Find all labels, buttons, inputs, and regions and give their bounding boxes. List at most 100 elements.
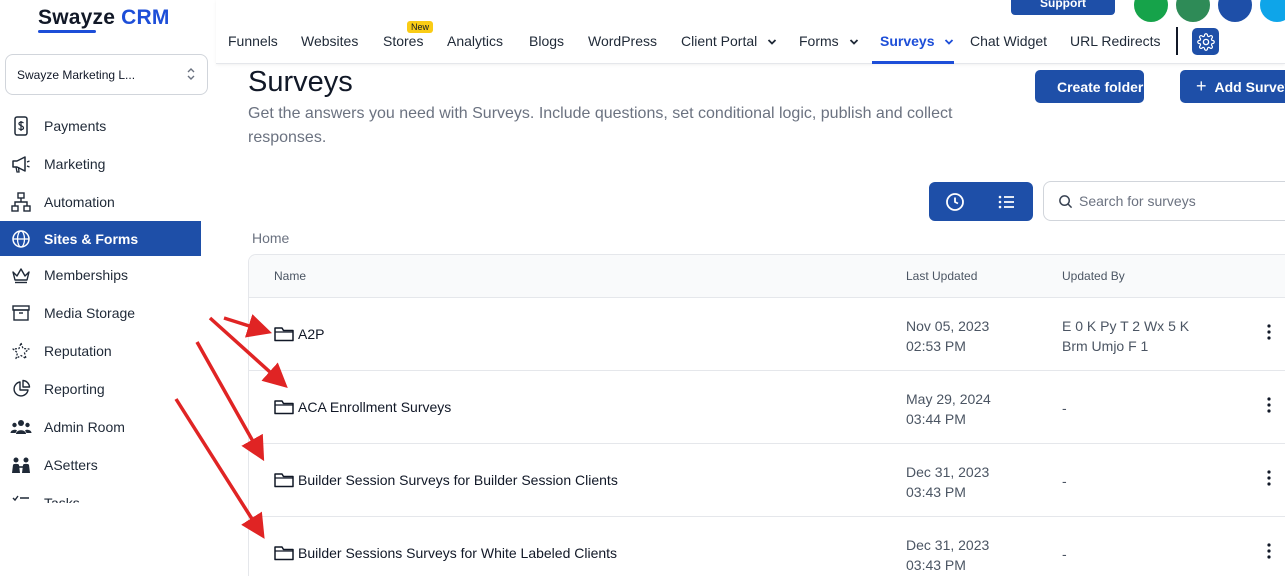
tab-forms[interactable]: Forms — [799, 33, 859, 49]
row-menu-button[interactable] — [1257, 393, 1281, 417]
team-icon — [10, 416, 32, 438]
column-header-name[interactable]: Name — [274, 269, 306, 283]
date-text: Dec 31, 2023 — [906, 537, 990, 553]
date-text: Nov 05, 2023 — [906, 318, 990, 334]
tab-label: Forms — [799, 33, 839, 49]
archive-icon — [10, 302, 32, 324]
tab-blogs[interactable]: Blogs — [529, 33, 564, 49]
chevron-down-icon — [945, 39, 954, 45]
sidebar-item-label: Sites & Forms — [44, 230, 139, 247]
date-text: Dec 31, 2023 — [906, 464, 990, 480]
table-row[interactable]: Builder Session Surveys for Builder Sess… — [249, 444, 1285, 517]
time-text: 03:44 PM — [906, 411, 966, 427]
updated-by: - — [1062, 398, 1067, 418]
chevron-down-icon — [849, 39, 858, 45]
sidebar-item-media-storage[interactable]: Media Storage — [0, 294, 216, 332]
sidebar-item-payments[interactable]: Payments — [0, 107, 216, 145]
brand-icon[interactable] — [1176, 0, 1210, 22]
tab-wordpress[interactable]: WordPress — [588, 33, 657, 49]
table-row[interactable]: ACA Enrollment Surveys May 29, 2024 03:44… — [249, 371, 1285, 444]
notification-bell-icon[interactable] — [1218, 0, 1252, 22]
sidebar-item-memberships[interactable]: Memberships — [0, 256, 216, 294]
payments-icon — [10, 115, 32, 137]
kebab-menu-icon — [1267, 470, 1271, 486]
folder-icon — [274, 400, 294, 415]
create-folder-button[interactable]: Create folder — [1035, 70, 1144, 103]
tab-client-portal[interactable]: Client Portal — [681, 33, 777, 49]
sidebar-item-sites-forms[interactable]: Sites & Forms — [0, 221, 201, 256]
automation-icon — [10, 191, 32, 213]
sidebar-nav: Payments Marketing Automation Sites & Fo… — [0, 107, 216, 503]
add-survey-button[interactable]: + Add Survey — [1180, 70, 1285, 103]
tab-chat-widget[interactable]: Chat Widget — [970, 33, 1047, 49]
tab-label: Surveys — [880, 33, 935, 49]
sidebar-item-automation[interactable]: Automation — [0, 183, 216, 221]
tab-analytics[interactable]: Analytics — [447, 33, 503, 49]
tab-label: Client Portal — [681, 33, 758, 49]
new-badge: New — [407, 21, 434, 33]
settings-button[interactable] — [1192, 28, 1219, 55]
table-header: Name Last Updated Updated By — [249, 255, 1285, 298]
sidebar-item-label: Admin Room — [44, 419, 125, 435]
help-icon[interactable] — [1260, 0, 1285, 22]
date-text: May 29, 2024 — [906, 391, 991, 407]
sidebar-item-label: Marketing — [44, 156, 106, 172]
phone-icon[interactable] — [1134, 0, 1168, 22]
breadcrumb[interactable]: Home — [252, 230, 289, 246]
kebab-menu-icon — [1267, 324, 1271, 340]
chevron-down-icon — [768, 39, 777, 45]
folder-name[interactable]: Builder Sessions Surveys for White Label… — [298, 545, 617, 561]
row-menu-button[interactable] — [1257, 539, 1281, 563]
last-updated: Dec 31, 2023 03:43 PM — [906, 462, 989, 502]
account-name: Swayze Marketing L... — [17, 67, 136, 82]
kebab-menu-icon — [1267, 543, 1271, 559]
tab-funnels[interactable]: Funnels — [228, 33, 278, 49]
sidebar-item-label: Reputation — [44, 343, 112, 359]
list-view-button[interactable] — [981, 182, 1033, 221]
updated-by: - — [1062, 544, 1067, 564]
support-button[interactable]: Support — [1011, 0, 1115, 15]
column-header-updated-by[interactable]: Updated By — [1062, 269, 1125, 283]
globe-icon — [10, 228, 32, 250]
create-folder-label: Create folder — [1057, 78, 1144, 95]
search-input[interactable] — [1079, 193, 1279, 209]
app-root: Swayze CRM Swayze Marketing L... Payment… — [0, 0, 1285, 576]
tasks-icon — [10, 492, 32, 503]
recent-view-button[interactable] — [929, 182, 981, 221]
folder-name[interactable]: ACA Enrollment Surveys — [298, 399, 451, 415]
sidebar-item-marketing[interactable]: Marketing — [0, 145, 216, 183]
tab-stores[interactable]: Stores — [383, 33, 423, 49]
account-switcher[interactable]: Swayze Marketing L... — [5, 54, 208, 95]
folder-name[interactable]: Builder Session Surveys for Builder Sess… — [298, 472, 618, 488]
app-logo[interactable]: Swayze CRM — [38, 6, 170, 30]
updated-by: - — [1062, 471, 1067, 491]
updated-by-line: E 0 K Py T 2 Wx 5 K — [1062, 318, 1190, 334]
tab-url-redirects[interactable]: URL Redirects — [1070, 33, 1161, 49]
table-row[interactable]: A2P Nov 05, 2023 02:53 PM E 0 K Py T 2 Wx… — [249, 298, 1285, 371]
sidebar-item-reputation[interactable]: Reputation — [0, 332, 216, 370]
plus-icon: + — [1196, 76, 1207, 96]
table-row[interactable]: Builder Sessions Surveys for White Label… — [249, 517, 1285, 576]
sidebar: Swayze CRM Swayze Marketing L... Payment… — [0, 0, 216, 576]
sidebar-item-label: Memberships — [44, 267, 129, 283]
tab-surveys[interactable]: Surveys — [880, 33, 954, 49]
row-menu-button[interactable] — [1257, 320, 1281, 344]
sidebar-item-admin-room[interactable]: Admin Room — [0, 408, 216, 446]
kebab-menu-icon — [1267, 397, 1271, 413]
add-survey-label: Add Survey — [1214, 78, 1285, 95]
page-title: Surveys — [248, 66, 353, 98]
updated-by-line: - — [1062, 473, 1067, 489]
sidebar-item-reporting[interactable]: Reporting — [0, 370, 216, 408]
clock-icon — [946, 192, 964, 211]
folder-name[interactable]: A2P — [298, 326, 324, 342]
sidebar-item-tasks[interactable]: Tasks — [0, 484, 216, 503]
sidebar-item-asetters[interactable]: ASetters — [0, 446, 216, 484]
row-menu-button[interactable] — [1257, 466, 1281, 490]
last-updated: Nov 05, 2023 02:53 PM — [906, 316, 989, 356]
surveys-table: Name Last Updated Updated By A2P Nov 05,… — [248, 254, 1285, 576]
reputation-icon — [10, 340, 32, 362]
tab-websites[interactable]: Websites — [301, 33, 358, 49]
last-updated: May 29, 2024 03:44 PM — [906, 389, 991, 429]
column-header-last-updated[interactable]: Last Updated — [906, 269, 977, 283]
list-icon — [998, 195, 1014, 208]
